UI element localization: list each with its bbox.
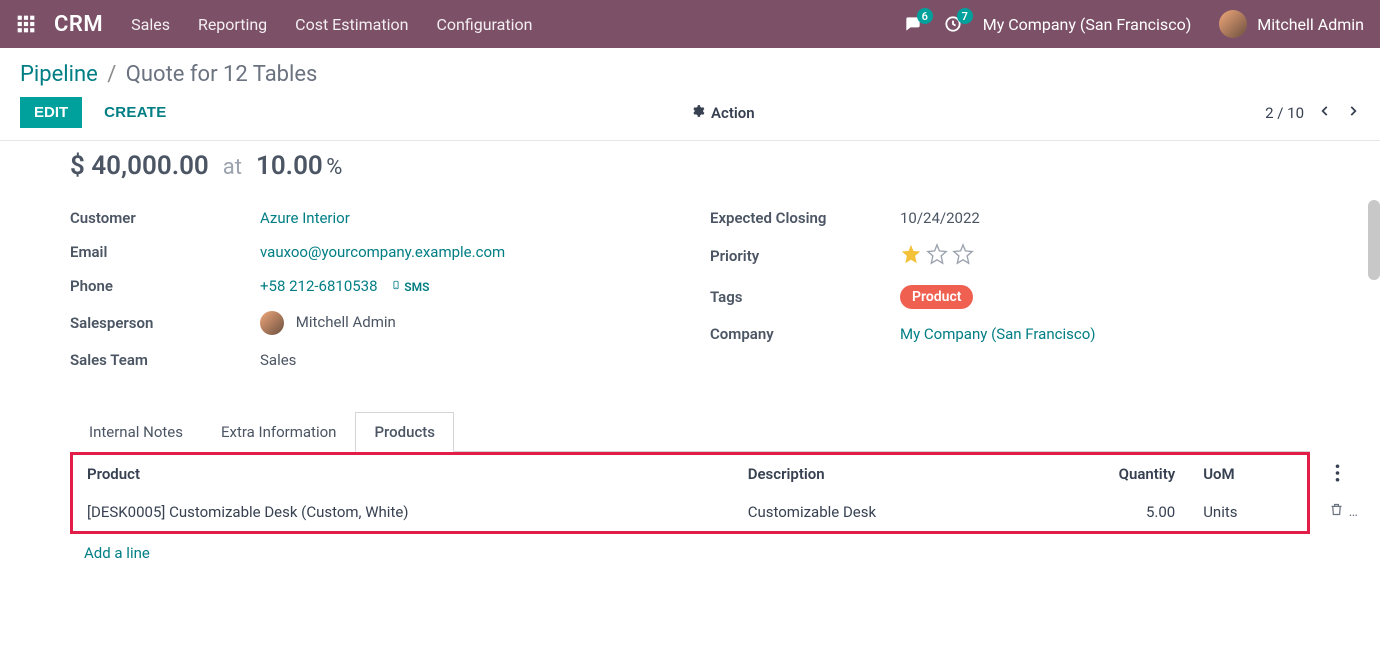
tab-internal-notes[interactable]: Internal Notes: [70, 412, 202, 452]
star-1-icon[interactable]: [900, 243, 922, 265]
company-switcher[interactable]: My Company (San Francisco): [983, 15, 1192, 34]
breadcrumb-parent[interactable]: Pipeline: [20, 62, 98, 87]
user-menu[interactable]: Mitchell Admin: [1219, 10, 1364, 38]
edit-button[interactable]: EDIT: [20, 97, 82, 128]
action-dropdown[interactable]: Action: [691, 104, 755, 122]
add-line-button[interactable]: Add a line: [70, 534, 1310, 572]
tab-extra-info[interactable]: Extra Information: [202, 412, 355, 452]
priority-stars[interactable]: [900, 243, 974, 265]
products-table: Product Description Quantity UoM [DESK00…: [73, 455, 1307, 531]
phone-value[interactable]: +58 212-6810538: [260, 277, 378, 295]
table-options-kebab-icon[interactable]: [1335, 464, 1340, 486]
messages-button[interactable]: 6: [903, 14, 923, 34]
closing-label: Expected Closing: [710, 209, 900, 227]
star-2-icon[interactable]: [926, 243, 948, 265]
breadcrumb-current: Quote for 12 Tables: [126, 62, 318, 87]
row-overflow-ellipsis: …: [1349, 504, 1358, 520]
salesperson-value: Mitchell Admin: [296, 313, 396, 331]
revenue-at-label: at: [223, 155, 242, 180]
tags-label: Tags: [710, 288, 900, 306]
sms-button[interactable]: SMS: [391, 279, 429, 294]
salesperson-label: Salesperson: [70, 314, 260, 332]
notebook-tabs: Internal Notes Extra Information Product…: [70, 411, 1310, 452]
action-label: Action: [711, 104, 755, 122]
top-navbar: CRM Sales Reporting Cost Estimation Conf…: [0, 0, 1380, 48]
breadcrumb: Pipeline / Quote for 12 Tables: [20, 62, 1360, 87]
pager-prev[interactable]: [1318, 103, 1332, 123]
nav-reporting[interactable]: Reporting: [198, 15, 267, 34]
priority-label: Priority: [710, 247, 900, 265]
pager-counter[interactable]: 2 / 10: [1265, 104, 1304, 122]
salesteam-label: Sales Team: [70, 351, 260, 369]
star-3-icon[interactable]: [952, 243, 974, 265]
cell-quantity: 5.00: [1029, 493, 1189, 531]
apps-grid-icon[interactable]: [16, 14, 36, 34]
customer-value[interactable]: Azure Interior: [260, 209, 350, 227]
expected-revenue-row: $ 40,000.00 at 10.00 %: [70, 151, 1310, 181]
col-description[interactable]: Description: [734, 455, 1030, 493]
closing-value: 10/24/2022: [900, 209, 980, 227]
delete-row-trash-icon[interactable]: [1329, 502, 1344, 521]
scrollbar-thumb[interactable]: [1368, 200, 1380, 280]
user-avatar-icon: [1219, 10, 1247, 38]
email-label: Email: [70, 243, 260, 261]
col-uom[interactable]: UoM: [1189, 455, 1307, 493]
col-quantity[interactable]: Quantity: [1029, 455, 1189, 493]
cell-product: [DESK0005] Customizable Desk (Custom, Wh…: [73, 493, 734, 531]
email-value[interactable]: vauxoo@yourcompany.example.com: [260, 243, 505, 261]
col-product[interactable]: Product: [73, 455, 734, 493]
tag-product[interactable]: Product: [900, 285, 973, 309]
create-button[interactable]: CREATE: [90, 97, 180, 128]
tab-products[interactable]: Products: [355, 412, 454, 452]
phone-icon: [391, 279, 401, 294]
form-sheet: $ 40,000.00 at 10.00 % Customer Azure In…: [40, 141, 1340, 602]
nav-configuration[interactable]: Configuration: [436, 15, 532, 34]
nav-sales[interactable]: Sales: [131, 15, 170, 34]
table-row[interactable]: [DESK0005] Customizable Desk (Custom, Wh…: [73, 493, 1307, 531]
probability-value: 10.00: [256, 151, 323, 181]
user-name-label: Mitchell Admin: [1257, 15, 1364, 34]
nav-cost-estimation[interactable]: Cost Estimation: [295, 15, 408, 34]
cell-description: Customizable Desk: [734, 493, 1030, 531]
activities-badge: 7: [957, 8, 973, 24]
phone-label: Phone: [70, 277, 260, 295]
salesteam-value: Sales: [260, 351, 296, 369]
expected-revenue-amount: $ 40,000.00: [70, 151, 209, 181]
messages-badge: 6: [917, 8, 933, 24]
cell-uom: Units: [1189, 493, 1307, 531]
products-highlight-box: Product Description Quantity UoM [DESK00…: [70, 452, 1310, 534]
salesperson-avatar-icon: [260, 311, 284, 335]
brand-title[interactable]: CRM: [54, 12, 103, 37]
customer-label: Customer: [70, 209, 260, 227]
company-label: Company: [710, 325, 900, 343]
breadcrumb-separator: /: [107, 62, 116, 87]
sms-label: SMS: [404, 280, 429, 294]
activities-button[interactable]: 7: [943, 14, 963, 34]
probability-unit: %: [326, 155, 342, 180]
pager-next[interactable]: [1346, 103, 1360, 123]
company-value[interactable]: My Company (San Francisco): [900, 325, 1095, 343]
pager: 2 / 10: [1265, 103, 1360, 123]
gear-icon: [691, 104, 705, 122]
control-panel: Pipeline / Quote for 12 Tables EDIT CREA…: [0, 48, 1380, 141]
